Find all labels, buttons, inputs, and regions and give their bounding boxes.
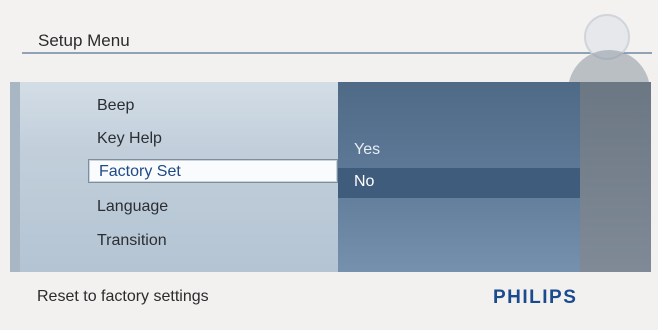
side-column	[580, 82, 651, 272]
menu-item-key-help[interactable]: Key Help	[97, 130, 162, 148]
menu-item-transition[interactable]: Transition	[97, 232, 167, 250]
submenu-option-no[interactable]: No	[354, 173, 374, 191]
brand-logo: PHILIPS	[493, 287, 578, 308]
menu-item-language[interactable]: Language	[97, 198, 168, 216]
submenu-option-yes[interactable]: Yes	[354, 141, 380, 159]
setup-screen: Setup Menu Beep Key Help Factory Set Lan…	[0, 0, 658, 330]
menu-item-beep[interactable]: Beep	[97, 97, 134, 115]
menu-item-factory-set[interactable]: Factory Set	[88, 159, 338, 183]
header-divider	[22, 52, 652, 54]
status-hint: Reset to factory settings	[37, 288, 209, 305]
header: Setup Menu	[0, 0, 658, 60]
panel-edge	[10, 82, 20, 272]
page-title: Setup Menu	[38, 31, 130, 50]
